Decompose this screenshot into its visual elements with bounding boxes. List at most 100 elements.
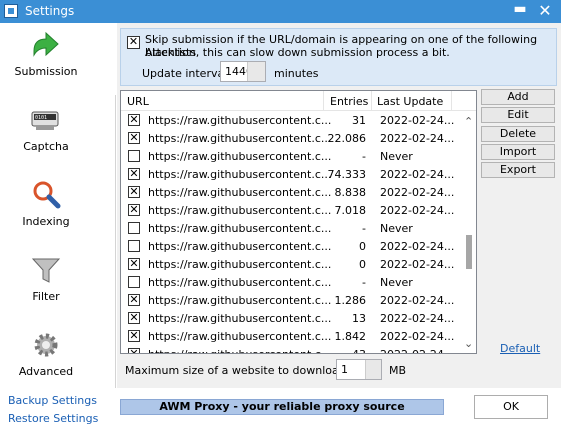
table-row[interactable]: https://raw.githubusercontent.c... - Never [121,273,461,291]
svg-text:0101: 0101 [35,115,47,121]
sidebar-item-indexing[interactable]: Indexing [0,173,116,245]
row-url: https://raw.githubusercontent.c... [148,150,332,163]
sidebar-item-filter[interactable]: Filter [0,248,116,320]
table-row[interactable]: ✕ https://raw.githubusercontent.c... 8.838… [121,183,461,201]
sidebar-item-captcha[interactable]: 0101 Captcha [0,98,116,170]
table-row[interactable]: ✕ https://raw.githubusercontent.c... 7.018… [121,201,461,219]
row-entries: - [362,276,366,289]
table-row[interactable]: ✕ https://raw.githubusercontent.c... 1.286… [121,291,461,309]
row-checkbox[interactable] [128,276,140,288]
backup-settings-link[interactable]: Backup Settings [8,394,97,407]
max-size-spinner[interactable] [365,360,381,379]
update-interval-input[interactable]: 1440 [220,61,266,82]
row-url: https://raw.githubusercontent.c... [148,186,332,199]
captcha-icon: 0101 [31,111,59,130]
gear-icon [34,333,58,357]
main-panel: ✕ Skip submission if the URL/domain is a… [117,23,561,388]
row-last-update: Never [380,222,413,235]
default-link[interactable]: Default [500,342,540,355]
row-checkbox[interactable]: ✕ [128,348,140,353]
row-entries: 0 [359,240,366,253]
column-header-last-update[interactable]: Last Update [377,95,443,108]
row-entries: - [362,150,366,163]
row-entries: 22.086 [327,132,367,145]
sidebar-item-submission[interactable]: Submission [0,23,116,95]
row-entries: 0 [359,258,366,271]
sidebar: Submission 0101 Captcha Indexing Filter … [0,23,116,388]
row-last-update: 2022-02-24... [380,258,455,271]
table-row[interactable]: ✕ https://raw.githubusercontent.c... 31 202… [121,111,461,129]
row-checkbox[interactable]: ✕ [128,204,140,216]
table-row[interactable]: ✕ https://raw.githubusercontent.c... 74.33… [121,165,461,183]
row-last-update: 2022-02-24... [380,348,454,353]
footer: Backup Settings Restore Settings AWM Pro… [0,388,561,429]
row-last-update: 2022-02-24... [380,132,455,145]
add-button[interactable]: Add [481,89,555,105]
column-header-entries[interactable]: Entries [330,95,368,108]
row-last-update: 2022-02-24... [380,330,455,343]
row-checkbox[interactable]: ✕ [128,312,140,324]
max-size-value: 1 [341,363,348,376]
table-row[interactable]: ✕ https://raw.githubusercontent.c...43 202… [121,345,461,353]
row-url: https://raw.githubusercontent.c... [148,114,332,127]
update-interval-label: Update interval [142,67,228,80]
table-row[interactable]: ✕ https://raw.githubusercontent.c... 13 202… [121,309,461,327]
funnel-icon [31,258,61,283]
column-header-url[interactable]: URL [127,95,149,108]
table-row[interactable]: https://raw.githubusercontent.c... - Never [121,219,461,237]
row-checkbox[interactable]: ✕ [128,294,140,306]
row-checkbox[interactable]: ✕ [128,186,140,198]
column-separator [323,91,324,111]
row-entries: 74.333 [327,168,367,181]
scrollbar-thumb[interactable] [466,235,472,269]
max-size-input[interactable]: 1 [336,359,382,380]
app-icon [4,4,18,18]
row-entries: 13 [352,312,366,325]
table-header: URL Entries Last Update [121,91,476,111]
delete-button[interactable]: Delete [481,126,555,142]
sidebar-item-label: Captcha [23,140,69,153]
import-button[interactable]: Import [481,144,555,160]
row-last-update: 2022-02-24... [380,114,455,127]
row-url: https://raw.githubusercontent.c... [148,240,332,253]
row-entries: 1.842 [334,330,367,343]
row-checkbox[interactable]: ✕ [128,114,140,126]
sidebar-item-label: Indexing [22,215,70,228]
sidebar-item-advanced[interactable]: Advanced [0,323,116,395]
close-button[interactable]: ✕ [531,0,559,23]
export-button[interactable]: Export [481,162,555,178]
row-checkbox[interactable]: ✕ [128,168,140,180]
row-url: https://raw.githubusercontent.c... [148,222,332,235]
row-checkbox[interactable] [128,240,140,252]
row-last-update: Never [380,150,413,163]
table-row[interactable]: https://raw.githubusercontent.c... 0 2022-… [121,237,461,255]
row-last-update: 2022-02-24... [380,240,455,253]
ok-button[interactable]: OK [474,395,548,419]
row-checkbox[interactable] [128,150,140,162]
blacklist-checkbox[interactable]: ✕ [127,36,140,49]
row-checkbox[interactable]: ✕ [128,258,140,270]
edit-button[interactable]: Edit [481,107,555,123]
table-row[interactable]: https://raw.githubusercontent.c... - Never [121,147,461,165]
sidebar-item-label: Filter [32,290,60,303]
interval-spinner[interactable] [247,62,265,81]
blacklist-warning: Attention, this can slow down submission… [145,46,450,59]
scroll-up-icon[interactable]: ⌃ [464,115,473,128]
restore-settings-link[interactable]: Restore Settings [8,412,98,425]
row-checkbox[interactable]: ✕ [128,330,140,342]
row-last-update: 2022-02-24... [380,186,455,199]
max-size-unit: MB [389,364,407,377]
table-row[interactable]: ✕ https://raw.githubusercontent.c... 1.842… [121,327,461,345]
row-checkbox[interactable] [128,222,140,234]
row-url: https://raw.githubusercontent.c... [148,168,332,181]
proxy-banner[interactable]: AWM Proxy - your reliable proxy source [120,399,444,415]
row-checkbox[interactable]: ✕ [128,132,140,144]
table-row[interactable]: ✕ https://raw.githubusercontent.c... 22.08… [121,129,461,147]
row-url: https://raw.githubusercontent.c... [148,330,332,343]
table-row[interactable]: ✕ https://raw.githubusercontent.c... 0 2022… [121,255,461,273]
scroll-down-icon[interactable]: ⌄ [464,337,473,350]
minimize-button[interactable]: ▬ [513,2,527,19]
arrow-right-icon [33,31,59,57]
row-last-update: 2022-02-24... [380,312,455,325]
vertical-scrollbar[interactable]: ⌃ ⌄ [461,111,476,353]
